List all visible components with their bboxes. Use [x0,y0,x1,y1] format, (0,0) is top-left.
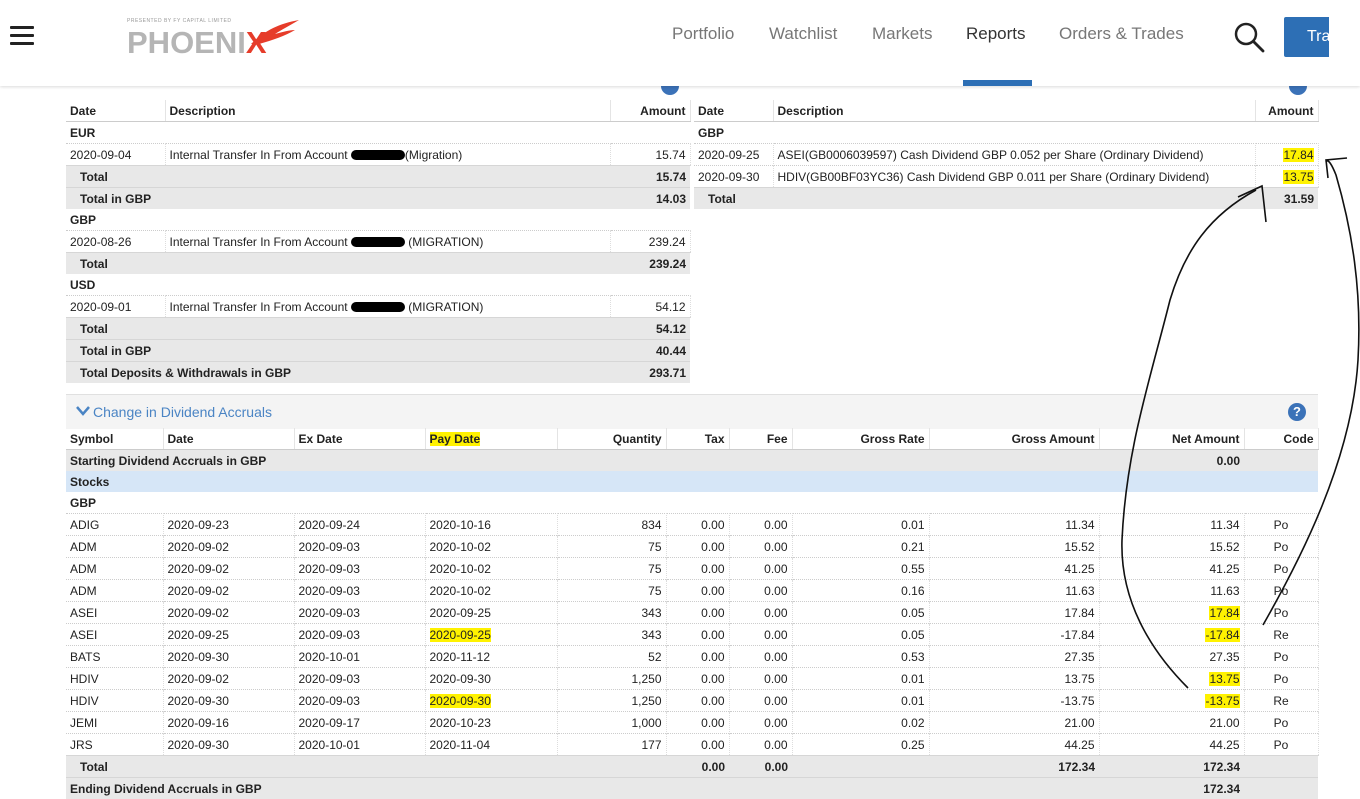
column-header[interactable]: Date [694,100,773,122]
logo-tagline: PRESENTED BY FY CAPITAL LIMITED [127,18,232,24]
table-row: HDIV2020-09-022020-09-032020-09-301,2500… [66,668,1318,690]
trade-button[interactable]: Trade [1284,17,1329,57]
currency-row: EUR [66,122,690,144]
nav-markets[interactable]: Markets [872,24,932,48]
table-row: JRS2020-09-302020-10-012020-11-041770.00… [66,734,1318,756]
table-row: ASEI2020-09-252020-09-032020-09-253430.0… [66,624,1318,646]
nav-portfolio[interactable]: Portfolio [672,24,734,48]
deposits-withdrawals-table: Date Description Amount EUR 2020-09-04 I… [66,100,691,383]
table-row: ADM2020-09-022020-09-032020-10-02750.000… [66,580,1318,602]
table-row: 2020-09-30 HDIV(GB00BF03YC36) Cash Divid… [694,166,1318,188]
currency-row: GBP [66,492,1318,514]
nav-orders-trades[interactable]: Orders & Trades [1059,24,1184,48]
table-row: 2020-09-25 ASEI(GB0006039597) Cash Divid… [694,144,1318,166]
active-tab-indicator [963,80,1032,86]
column-header[interactable]: Amount [610,100,690,122]
subtotal-row: Total in GBP14.03 [66,188,690,210]
starting-accruals-row: Starting Dividend Accruals in GBP 0.00 [66,450,1318,472]
table-row: ADM2020-09-022020-09-032020-10-02750.000… [66,558,1318,580]
help-icon[interactable] [661,86,679,95]
column-header[interactable]: Symbol [66,428,163,450]
accruals-section-header[interactable]: Change in Dividend Accruals ? [66,394,1318,429]
asset-class-row: Stocks [66,471,1318,492]
table-row: 2020-09-04 Internal Transfer In From Acc… [66,144,690,166]
column-header[interactable]: Description [773,100,1255,122]
column-header[interactable]: Tax [666,428,729,450]
table-header-row: Symbol Date Ex Date Pay Date Quantity Ta… [66,428,1318,450]
column-header[interactable]: Gross Amount [929,428,1099,450]
chevron-down-icon[interactable] [76,406,90,416]
table-header-row: Date Description Amount [694,100,1318,122]
column-header[interactable]: Description [165,100,610,122]
redacted-account [351,237,405,247]
column-header[interactable]: Gross Rate [792,428,929,450]
dividend-accruals-table: Symbol Date Ex Date Pay Date Quantity Ta… [66,428,1319,799]
section-title[interactable]: Change in Dividend Accruals [93,404,272,420]
annotation-arrow-head [1326,158,1347,178]
dividends-table: Date Description Amount GBP 2020-09-25 A… [694,100,1319,209]
help-icon[interactable] [1289,86,1307,95]
nav-reports[interactable]: Reports [966,24,1026,48]
nav-watchlist[interactable]: Watchlist [769,24,837,48]
column-header[interactable]: Amount [1255,100,1318,122]
redacted-account [351,302,405,312]
currency-row: GBP [66,209,690,231]
subtotal-row: Total15.74 [66,166,690,188]
table-row: 2020-09-01 Internal Transfer In From Acc… [66,296,690,318]
table-row: 2020-08-26 Internal Transfer In From Acc… [66,231,690,253]
grand-total-row: Total Deposits & Withdrawals in GBP293.7… [66,362,690,384]
currency-row: GBP [694,122,1318,144]
column-header[interactable]: Date [66,100,165,122]
accrual-rows: ADIG2020-09-232020-09-242020-10-168340.0… [66,514,1318,756]
total-row: Total 0.00 0.00 172.34 172.34 [66,756,1318,778]
table-row: JEMI2020-09-162020-09-172020-10-231,0000… [66,712,1318,734]
table-row: HDIV2020-09-302020-09-032020-09-301,2500… [66,690,1318,712]
subtotal-row: Total239.24 [66,253,690,275]
subtotal-row: Total in GBP40.44 [66,340,690,362]
redacted-account [351,150,405,160]
logo-wordmark: PHOENIX [127,25,267,61]
table-row: ADIG2020-09-232020-09-242020-10-168340.0… [66,514,1318,536]
ending-accruals-row: Ending Dividend Accruals in GBP 172.34 [66,778,1318,799]
currency-row: USD [66,274,690,296]
subtotal-row: Total54.12 [66,318,690,340]
column-header[interactable]: Ex Date [294,428,425,450]
column-header[interactable]: Net Amount [1099,428,1244,450]
table-row: BATS2020-09-302020-10-012020-11-12520.00… [66,646,1318,668]
subtotal-row: Total31.59 [694,188,1318,210]
column-header[interactable]: Quantity [557,428,666,450]
search-icon[interactable] [1233,21,1265,53]
phoenix-logo[interactable]: PRESENTED BY FY CAPITAL LIMITED PHOENIX [127,18,302,58]
table-header-row: Date Description Amount [66,100,690,122]
help-icon[interactable]: ? [1288,403,1306,421]
table-row: ASEI2020-09-022020-09-032020-09-253430.0… [66,602,1318,624]
column-header[interactable]: Code [1244,428,1318,450]
phoenix-wing-icon [249,18,301,48]
column-header[interactable]: Date [163,428,294,450]
column-header[interactable]: Fee [729,428,792,450]
hamburger-menu-icon[interactable] [10,26,34,46]
column-header[interactable]: Pay Date [425,428,557,450]
table-row: ADM2020-09-022020-09-032020-10-02750.000… [66,536,1318,558]
top-navigation-bar: PRESENTED BY FY CAPITAL LIMITED PHOENIX … [0,0,1360,86]
